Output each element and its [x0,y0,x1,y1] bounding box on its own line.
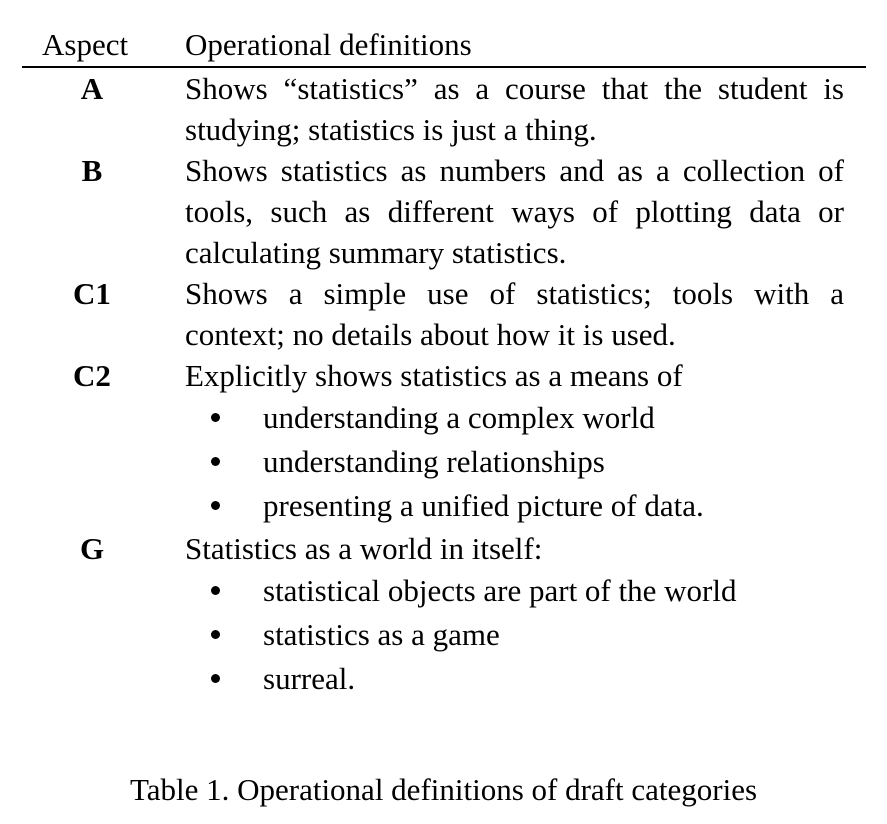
bullet-text: surreal. [263,661,356,696]
table-row: C2 Explicitly shows statistics as a mean… [22,355,866,528]
aspect-label: G [79,531,105,566]
bullet-text: presenting a unified picture of data. [263,488,704,523]
header-definitions: Operational definitions [185,27,472,62]
list-item: understanding relationships [211,440,866,484]
table-row: A Shows “statistics” as a course that th… [22,68,866,150]
aspect-label: A [80,71,104,106]
list-item: statistical objects are part of the worl… [211,569,866,613]
bullet-text: understanding a complex world [263,400,655,435]
list-item: surreal. [211,657,866,701]
bullet-icon [211,674,220,683]
definition-text: Explicitly shows statistics as a means o… [185,358,683,393]
table-body: A Shows “statistics” as a course that th… [22,68,866,701]
bullet-list: statistical objects are part of the worl… [185,569,866,701]
bullet-icon [211,457,220,466]
bullet-icon [211,413,220,422]
aspect-label: B [81,153,103,188]
list-item: understanding a complex world [211,396,866,440]
document-page: Aspect Operational definitions A Shows “… [0,0,887,824]
bullet-icon [211,630,220,639]
table-row: C1 Shows a simple use of statistics; too… [22,273,866,355]
aspect-label: C1 [73,276,111,311]
bullet-text: statistics as a game [263,617,500,652]
bullet-text: statistical objects are part of the worl… [263,573,737,608]
list-item: presenting a unified picture of data. [211,484,866,528]
definition-text: Shows statistics as numbers and as a col… [185,153,844,270]
header-aspect: Aspect [42,27,129,62]
aspect-label: C2 [73,358,111,393]
table-row: G Statistics as a world in itself: stati… [22,528,866,701]
definition-text: Shows a simple use of statistics; tools … [185,276,844,352]
table-caption: Table 1. Operational definitions of draf… [129,772,758,807]
list-item: statistics as a game [211,613,866,657]
bullet-list: understanding a complex world understand… [185,396,866,528]
definition-text: Shows “statistics” as a course that the … [185,71,844,147]
definition-text: Statistics as a world in itself: [185,531,543,566]
table-row: B Shows statistics as numbers and as a c… [22,150,866,273]
bullet-icon [211,586,220,595]
bullet-icon [211,501,220,510]
table-header: Aspect Operational definitions [22,24,866,68]
bullet-text: understanding relationships [263,444,605,479]
